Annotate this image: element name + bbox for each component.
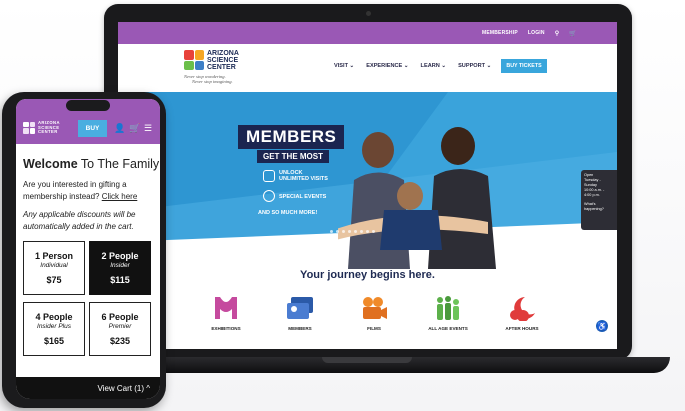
film-camera-icon: [363, 297, 387, 319]
hero-banner[interactable]: MEMBERS GET THE MOST UNLOCK UNLIMITED VI…: [118, 92, 617, 269]
site-logo[interactable]: ARIZONA SCIENCE CENTER: [184, 50, 239, 71]
nav-menu: VISIT ⌄ EXPERIENCE ⌄ LEARN ⌄ SUPPORT ⌄: [334, 63, 491, 69]
plan-name: 6 People: [101, 312, 139, 322]
nav-visit[interactable]: VISIT ⌄: [334, 63, 354, 69]
plan-price: $235: [109, 336, 131, 346]
category-all-age-events[interactable]: ALL AGE EVENTS: [416, 294, 480, 331]
category-members[interactable]: MEMBERS: [268, 294, 332, 331]
category-label: ALL AGE EVENTS: [428, 326, 468, 331]
main-navbar: ARIZONA SCIENCE CENTER Never stop wonder…: [118, 44, 617, 92]
laptop-camera: [366, 11, 371, 16]
scene: MEMBERSHIP LOGIN ⚲ 🛒 ARIZONA SCIENCE CEN…: [0, 0, 685, 411]
logo-line-3: CENTER: [207, 64, 236, 71]
plan-price: $115: [110, 275, 130, 285]
perk-events: SPECIAL EVENTS: [279, 194, 327, 200]
category-after-hours[interactable]: AFTER HOURS: [490, 294, 554, 331]
carousel-dot[interactable]: [360, 230, 363, 233]
members-headline: MEMBERS: [238, 125, 345, 149]
perk-more: AND SO MUCH MORE!: [258, 210, 318, 216]
category-films[interactable]: FILMS: [342, 294, 406, 331]
view-cart-bar[interactable]: View Cart (1) ^: [16, 377, 160, 399]
exhibition-icon: [215, 297, 237, 319]
tagline-line-2: Never stop imagining.: [192, 79, 233, 84]
membership-link[interactable]: MEMBERSHIP: [482, 30, 518, 36]
plan-card-4-people[interactable]: 4 People Insider Plus $165: [23, 302, 85, 356]
accessibility-icon[interactable]: ♿: [596, 320, 608, 332]
phone-notch: [66, 100, 110, 111]
carousel-dot[interactable]: [336, 230, 339, 233]
ticket-icon: [263, 170, 275, 182]
people-icon: [437, 296, 459, 320]
utility-bar: MEMBERSHIP LOGIN ⚲ 🛒: [118, 22, 617, 44]
logo-line-1: ARIZONA: [207, 50, 239, 57]
hours-line-5: 4:00 p.m.: [584, 193, 600, 197]
welcome-bold: Welcome: [23, 157, 78, 171]
logo-wordmark: ARIZONA SCIENCE CENTER: [207, 50, 239, 71]
whats-line-2: happening?: [584, 207, 604, 211]
plan-tier: Individual: [40, 262, 68, 269]
discount-note: Any applicable discounts will be automat…: [23, 210, 136, 231]
laptop-screen: MEMBERSHIP LOGIN ⚲ 🛒 ARIZONA SCIENCE CEN…: [118, 22, 617, 349]
nav-experience[interactable]: EXPERIENCE ⌄: [366, 63, 408, 69]
nav-learn[interactable]: LEARN ⌄: [421, 63, 447, 69]
phone-screen: ARIZONA SCIENCE CENTER BUY 👤 🛒 ☰ Welcome…: [16, 99, 160, 399]
carousel-dot[interactable]: [348, 230, 351, 233]
category-label: EXHIBITIONS: [211, 326, 241, 331]
gift-link[interactable]: Click here: [102, 192, 138, 201]
category-label: MEMBERS: [288, 326, 312, 331]
logo-mark-icon: [184, 50, 204, 70]
plan-card-6-people[interactable]: 6 People Premier $235: [89, 302, 151, 356]
plan-price: $75: [46, 275, 62, 285]
plan-card-1-person[interactable]: 1 Person Individual $75: [23, 241, 85, 295]
mobile-logo-wordmark: ARIZONA SCIENCE CENTER: [38, 120, 60, 135]
plan-name: 2 People: [101, 251, 139, 261]
login-link[interactable]: LOGIN: [528, 30, 545, 36]
cart-icon[interactable]: 🛒: [129, 123, 140, 134]
carousel-dot[interactable]: [366, 230, 369, 233]
star-icon: [263, 190, 275, 202]
members-card-icon: [287, 297, 313, 319]
get-the-most-badge: GET THE MOST: [257, 150, 329, 163]
plan-tier: Insider Plus: [37, 323, 71, 330]
user-icon[interactable]: 👤: [114, 123, 125, 134]
nav-support[interactable]: SUPPORT ⌄: [458, 63, 491, 69]
search-icon[interactable]: ⚲: [555, 30, 560, 37]
mobile-buy-button[interactable]: BUY: [78, 120, 107, 137]
category-exhibitions[interactable]: EXHIBITIONS: [194, 294, 258, 331]
plan-price: $165: [43, 336, 65, 346]
laptop-hinge: [322, 357, 412, 363]
moon-icon: [510, 297, 535, 321]
carousel-dot[interactable]: [330, 230, 333, 233]
logo-tagline: Never stop wondering. Never stop imagini…: [184, 74, 233, 84]
gift-text: Are you interested in gifting a membersh…: [23, 179, 155, 203]
mobile-logo[interactable]: ARIZONA SCIENCE CENTER: [23, 120, 60, 135]
carousel-dots: [330, 230, 375, 233]
cart-icon[interactable]: 🛒: [569, 30, 577, 37]
plan-tier: Premier: [108, 323, 132, 330]
welcome-rest: To The Family: [77, 157, 160, 171]
carousel-dot[interactable]: [372, 230, 375, 233]
category-label: FILMS: [367, 326, 381, 331]
logo-mark-icon: [23, 121, 35, 134]
carousel-dot[interactable]: [354, 230, 357, 233]
plan-name: 4 People: [35, 312, 73, 322]
logo-line-2: SCIENCE: [207, 57, 239, 64]
buy-tickets-button[interactable]: BUY TICKETS: [501, 59, 547, 73]
mobile-logo-line-3: CENTER: [38, 129, 58, 135]
journey-heading: Your journey begins here.: [300, 269, 435, 281]
plan-name: 1 Person: [34, 251, 74, 261]
category-row: EXHIBITIONS MEMBERS FILMS ALL AGE EVENTS…: [194, 294, 554, 331]
plan-tier: Insider: [110, 262, 130, 269]
welcome-title: Welcome To The Family: [23, 157, 159, 171]
perk-unlimited-line-2: UNLIMITED VISITS: [279, 176, 328, 182]
family-photo: [338, 127, 496, 269]
carousel-dot[interactable]: [342, 230, 345, 233]
menu-icon[interactable]: ☰: [144, 123, 152, 134]
category-label: AFTER HOURS: [505, 326, 539, 331]
plan-card-2-people[interactable]: 2 People Insider $115: [89, 241, 151, 295]
hours-card[interactable]: Open Tuesday - Sunday 10:00 a.m. - 4:00 …: [581, 170, 617, 230]
perk-unlimited: UNLOCK UNLIMITED VISITS: [279, 170, 328, 182]
